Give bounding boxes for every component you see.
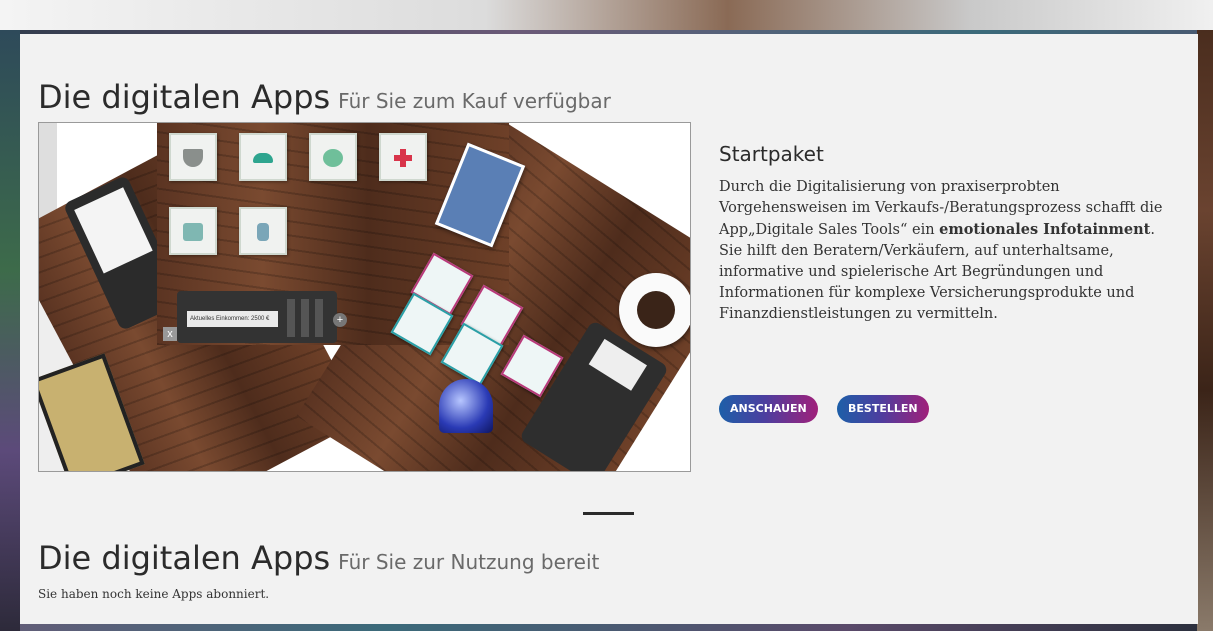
app-preview-image[interactable]: Aktuelles Einkommen: 2500 € x + bbox=[38, 122, 691, 472]
subscribed-section-heading: Die digitalen Apps Für Sie zur Nutzung be… bbox=[38, 539, 599, 577]
view-button[interactable]: ANSCHAUEN bbox=[719, 395, 818, 423]
order-button[interactable]: BESTELLEN bbox=[837, 395, 929, 423]
preview-calc-keys bbox=[287, 299, 329, 337]
preview-calc-field: Aktuelles Einkommen: 2500 € bbox=[187, 311, 278, 327]
app-description-bold: emotionales Infotainment bbox=[939, 221, 1151, 238]
preview-coffee-cup bbox=[619, 273, 690, 347]
expand-icon: + bbox=[333, 313, 347, 327]
shield-icon bbox=[169, 133, 217, 181]
purchase-section-subtitle: Für Sie zum Kauf verfügbar bbox=[338, 89, 611, 113]
subscribed-section-subtitle: Für Sie zur Nutzung bereit bbox=[338, 550, 600, 574]
purchase-section-title: Die digitalen Apps bbox=[38, 78, 331, 116]
luggage-icon bbox=[169, 207, 217, 255]
app-title: Startpaket bbox=[719, 142, 824, 166]
subscribed-section-title: Die digitalen Apps bbox=[38, 539, 331, 577]
no-apps-message: Sie haben noch keine Apps abonniert. bbox=[38, 587, 270, 601]
close-icon: x bbox=[163, 327, 177, 341]
preview-calculator: Aktuelles Einkommen: 2500 € bbox=[177, 291, 337, 343]
background-photo-left bbox=[0, 30, 20, 631]
content-panel: Die digitalen Apps Für Sie zum Kauf verfü… bbox=[20, 34, 1198, 624]
app-description: Durch die Digitalisierung von praxiserpr… bbox=[719, 177, 1169, 325]
car-icon bbox=[239, 133, 287, 181]
preview-siren bbox=[439, 379, 493, 433]
background-photo-right bbox=[1197, 30, 1213, 631]
purchase-section-heading: Die digitalen Apps Für Sie zum Kauf verfü… bbox=[38, 78, 611, 116]
globe-icon bbox=[309, 133, 357, 181]
background-photo-top bbox=[0, 0, 1213, 30]
section-divider bbox=[583, 512, 634, 515]
bottle-icon bbox=[239, 207, 287, 255]
medical-cross-icon bbox=[379, 133, 427, 181]
